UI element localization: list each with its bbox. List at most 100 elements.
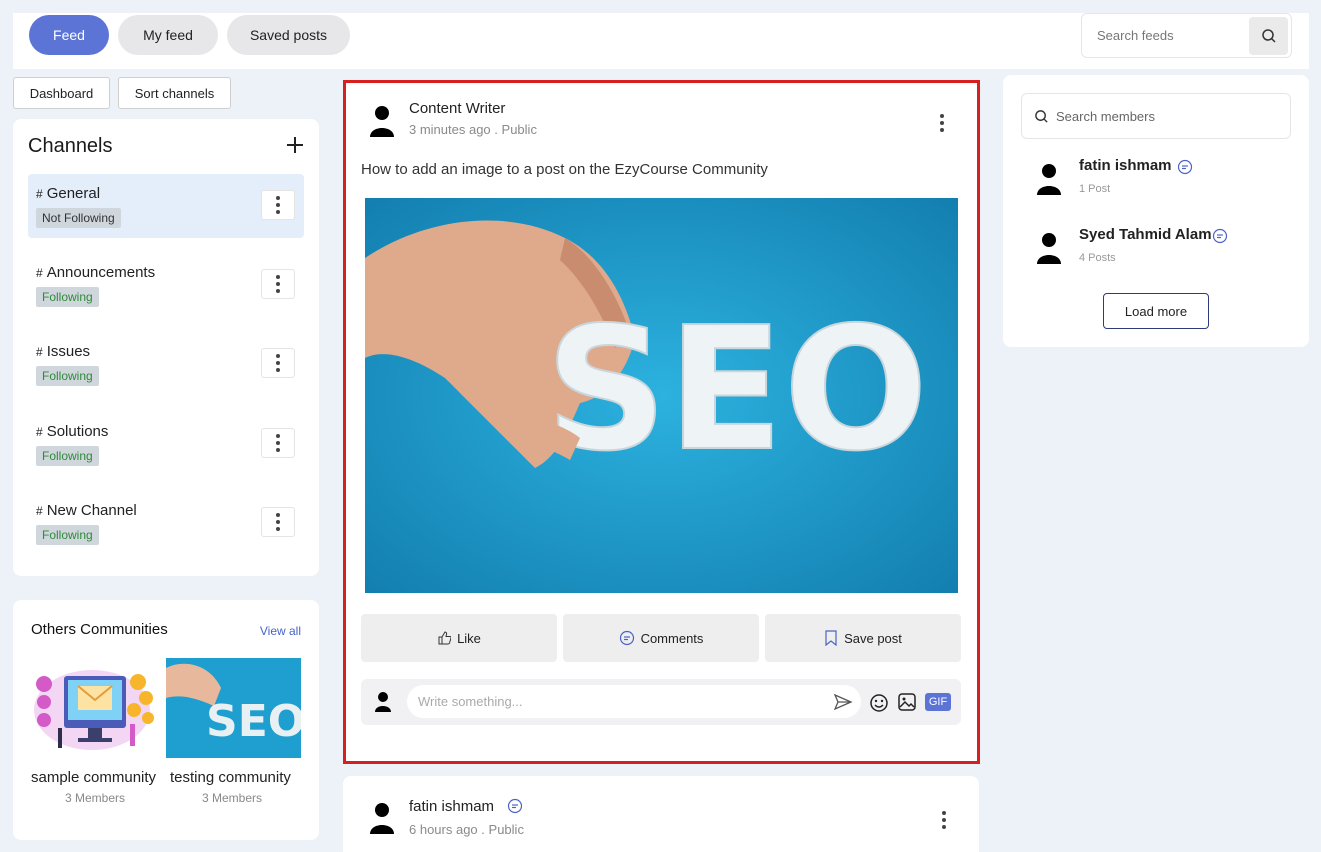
status-badge: Following <box>36 525 99 545</box>
message-icon[interactable] <box>1212 228 1228 244</box>
member-name[interactable]: fatin ishmam <box>1079 157 1172 174</box>
post-text: How to add an image to a post on the Ezy… <box>361 161 768 178</box>
channel-item-announcements[interactable]: # Announcements Following <box>28 253 304 317</box>
channel-item-solutions[interactable]: # Solutions Following <box>28 412 304 476</box>
community-name[interactable]: testing community <box>170 769 291 786</box>
like-label: Like <box>457 630 481 646</box>
search-icon <box>1261 29 1276 43</box>
hash-icon: # <box>36 187 43 201</box>
post-image[interactable]: SEO <box>365 198 958 593</box>
kebab-icon <box>276 434 280 452</box>
post-meta: 6 hours ago . Public <box>409 822 524 837</box>
search-feeds-input[interactable]: Search feeds <box>1097 28 1174 43</box>
like-button[interactable]: Like <box>361 614 557 662</box>
post-visibility: Public <box>488 822 524 837</box>
image-upload-icon[interactable] <box>897 692 917 712</box>
member-search-box[interactable]: Search members <box>1021 93 1291 139</box>
kebab-icon <box>276 275 280 293</box>
marketing-illustration <box>30 658 165 758</box>
post-time: 6 hours ago <box>409 822 478 837</box>
post-menu-button[interactable] <box>940 114 944 132</box>
post-meta: 3 minutes ago . Public <box>409 122 537 137</box>
hash-icon: # <box>36 345 43 359</box>
channel-name: # General <box>36 185 100 202</box>
other-communities-card: Others Communities View all SEO sample c… <box>13 600 319 840</box>
kebab-icon <box>276 354 280 372</box>
seo-image: SEO <box>365 198 958 593</box>
tab-saved-posts[interactable]: Saved posts <box>227 15 350 55</box>
view-all-link[interactable]: View all <box>260 624 301 638</box>
community-thumbnail-sample[interactable] <box>30 658 165 758</box>
status-badge: Following <box>36 366 99 386</box>
hash-icon: # <box>36 504 43 518</box>
post-author[interactable]: fatin ishmam <box>409 798 494 815</box>
post-time: 3 minutes ago <box>409 122 491 137</box>
channel-item-issues[interactable]: # Issues Following <box>28 332 304 396</box>
community-thumbnail-testing[interactable]: SEO <box>166 658 301 758</box>
avatar-icon <box>375 692 391 712</box>
kebab-icon <box>940 114 944 132</box>
comment-input[interactable]: Write something... <box>407 685 861 718</box>
save-post-button[interactable]: Save post <box>765 614 961 662</box>
message-icon[interactable] <box>507 798 523 814</box>
thumbs-up-icon <box>438 631 452 645</box>
channel-label: Announcements <box>46 264 156 281</box>
member-posts: 4 Posts <box>1079 252 1116 264</box>
gif-button[interactable]: GIF <box>925 693 951 711</box>
member-posts: 1 Post <box>1079 183 1111 195</box>
dashboard-button[interactable]: Dashboard <box>13 77 110 109</box>
channel-name: # Announcements <box>36 264 155 281</box>
channel-menu-button[interactable] <box>261 348 295 378</box>
kebab-icon <box>276 513 280 531</box>
avatar-icon <box>1037 164 1061 195</box>
kebab-icon <box>942 811 946 829</box>
search-icon <box>1035 110 1048 123</box>
members-card: Search members fatin ishmam 1 Post Syed … <box>1003 75 1309 347</box>
member-name[interactable]: Syed Tahmid Alam <box>1079 226 1212 243</box>
load-more-button[interactable]: Load more <box>1103 293 1209 329</box>
member-search-input[interactable]: Search members <box>1056 109 1155 124</box>
channel-label: Issues <box>46 343 91 360</box>
channels-card: Channels # General Not Following # Announc… <box>13 119 319 576</box>
channel-menu-button[interactable] <box>261 428 295 458</box>
meta-dot: . <box>494 122 502 137</box>
channel-name: # Issues <box>36 343 90 360</box>
top-bar: Feed My feed Saved posts Search feeds <box>13 13 1309 69</box>
post-visibility: Public <box>501 122 537 137</box>
channel-menu-button[interactable] <box>261 269 295 299</box>
status-badge: Following <box>36 446 99 466</box>
community-members: 3 Members <box>202 791 263 805</box>
seo-image-letters: SEO <box>545 291 928 489</box>
message-icon[interactable] <box>1177 159 1193 175</box>
channel-name: # Solutions <box>36 423 108 440</box>
add-channel-icon[interactable] <box>285 135 305 155</box>
emoji-icon[interactable] <box>869 693 889 713</box>
post-author[interactable]: Content Writer <box>409 100 505 117</box>
avatar-icon <box>370 803 394 834</box>
post-card-2: fatin ishmam 6 hours ago . Public <box>343 776 979 852</box>
comments-button[interactable]: Comments <box>563 614 759 662</box>
tab-feed[interactable]: Feed <box>29 15 109 55</box>
tab-my-feed[interactable]: My feed <box>118 15 218 55</box>
channel-menu-button[interactable] <box>261 507 295 537</box>
hash-icon: # <box>36 425 43 439</box>
channel-label: General <box>46 185 101 202</box>
community-name[interactable]: sample community <box>31 769 156 786</box>
channel-item-general[interactable]: # General Not Following <box>28 174 304 238</box>
status-badge: Not Following <box>36 208 121 228</box>
channel-menu-button[interactable] <box>261 190 295 220</box>
search-feeds-button[interactable] <box>1249 17 1288 55</box>
kebab-icon <box>276 196 280 214</box>
send-icon[interactable] <box>833 692 853 712</box>
comments-label: Comments <box>640 630 704 646</box>
post-menu-button[interactable] <box>942 811 946 829</box>
seo-thumbnail: SEO <box>166 658 301 758</box>
seo-thumbnail-letters: SEO <box>206 696 301 747</box>
channel-item-new-channel[interactable]: # New Channel Following <box>28 491 304 555</box>
comment-icon <box>619 630 634 646</box>
search-feeds-box[interactable]: Search feeds <box>1081 13 1292 58</box>
sort-channels-button[interactable]: Sort channels <box>118 77 231 109</box>
post-card: Content Writer 3 minutes ago . Public Ho… <box>343 80 980 764</box>
other-communities-title: Others Communities <box>31 621 168 638</box>
channel-label: New Channel <box>46 502 137 519</box>
